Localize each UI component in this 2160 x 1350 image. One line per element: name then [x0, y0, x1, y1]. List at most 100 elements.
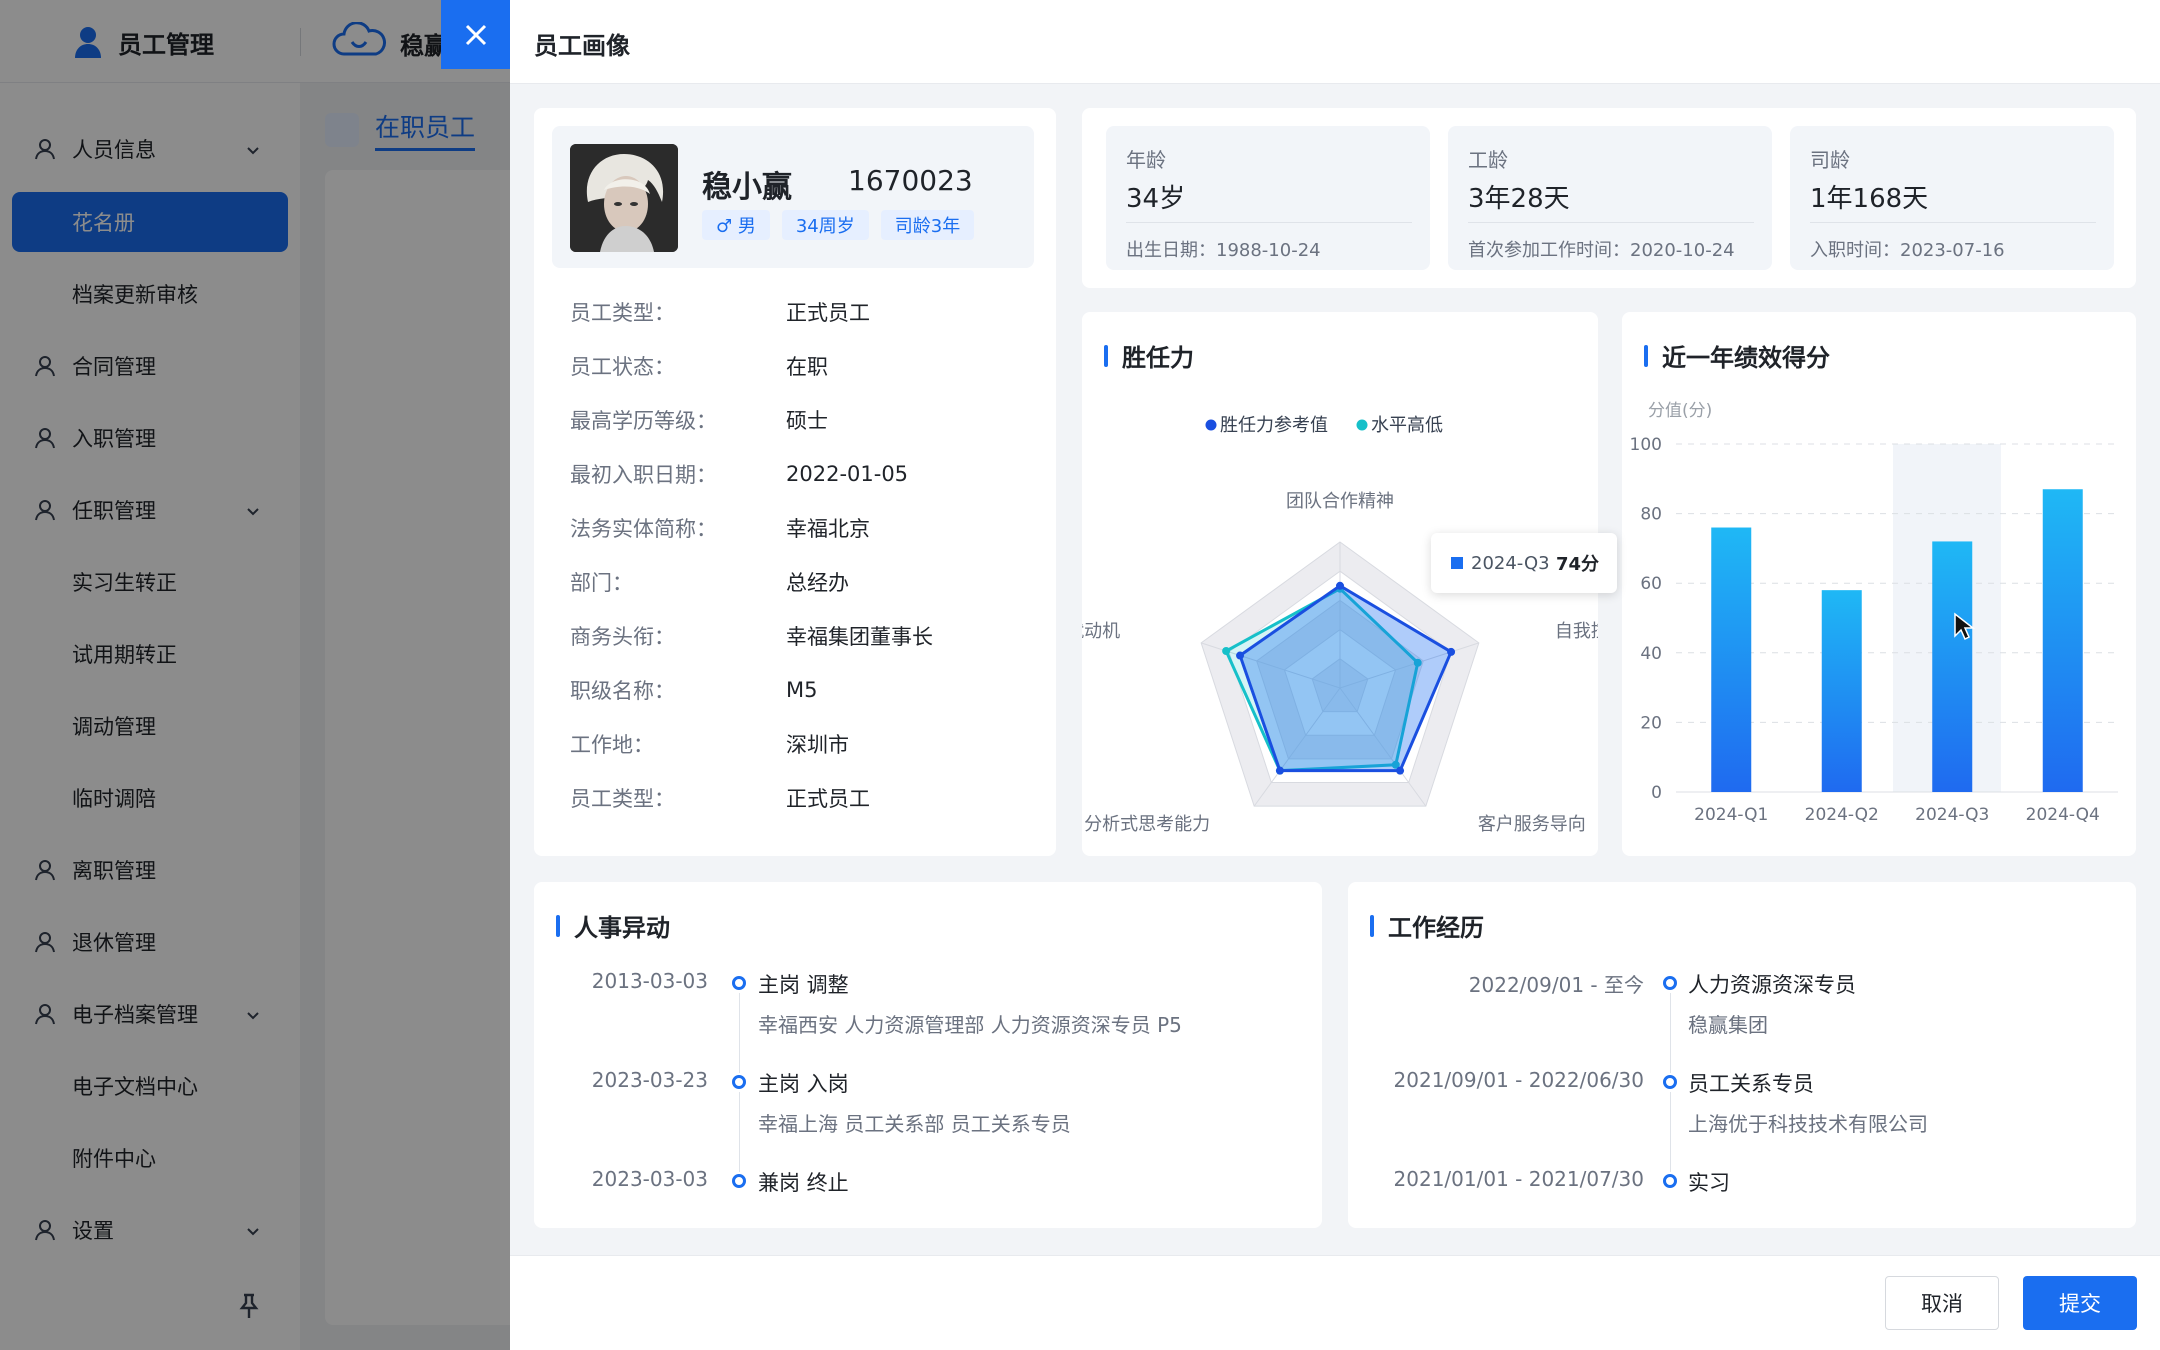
- y-tick-label: 60: [1640, 574, 1662, 594]
- mouse-cursor-icon: [1954, 612, 1975, 641]
- employee-profile-drawer: 员工画像 稳小赢 1670023 ♂ 男 34周岁 司龄3年 员工类型： 正式员…: [510, 0, 2160, 1350]
- info-label: 最初入职日期：: [570, 463, 717, 487]
- timeline-title: 主岗 入岗: [758, 1072, 849, 1096]
- age-tag: 34周岁: [781, 210, 869, 240]
- timeline-line: [739, 1092, 740, 1172]
- employee-name: 稳小赢: [702, 170, 792, 205]
- radar-point: [1396, 766, 1405, 775]
- stat-divider: [1126, 222, 1412, 223]
- title-accent: [556, 914, 560, 937]
- tooltip-swatch: [1451, 557, 1463, 569]
- timeline-title: 人力资源资深专员: [1688, 973, 1856, 997]
- chart-tooltip: 2024-Q3 74分: [1431, 533, 1617, 593]
- bar: [1932, 541, 1973, 792]
- radar-axis-label: 客户服务导向: [1478, 814, 1586, 835]
- info-value: 硕士: [786, 409, 828, 433]
- timeline-dot: [732, 1174, 746, 1188]
- tooltip-value: 74分: [1555, 554, 1599, 575]
- close-icon: [465, 24, 486, 45]
- timeline-date: 2021/09/01 - 2022/06/30: [1393, 1068, 1644, 1092]
- avatar: [570, 144, 678, 252]
- radar-point: [1275, 766, 1284, 775]
- section-title: 人事异动: [556, 908, 670, 943]
- legend-label: 水平高低: [1371, 415, 1443, 436]
- radar-axis-label: 团队合作精神: [1286, 491, 1394, 512]
- stat-work-years: 工龄 3年28天 首次参加工作时间：2020-10-24: [1448, 126, 1772, 270]
- profile-card: 稳小赢 1670023 ♂ 男 34周岁 司龄3年 员工类型： 正式员工 员工状态：…: [534, 108, 1056, 856]
- tooltip-label: 2024-Q3: [1471, 552, 1550, 574]
- stat-sub: 入职时间：2023-07-16: [1810, 240, 2005, 261]
- info-label: 员工类型：: [570, 787, 675, 811]
- radar-point: [1447, 647, 1456, 656]
- stat-label: 司龄: [1810, 148, 1850, 172]
- stat-divider: [1468, 222, 1754, 223]
- tenure-tag: 司龄3年: [880, 210, 975, 240]
- timeline-date: 2022/09/01 - 至今: [1468, 973, 1644, 997]
- y-tick-label: 80: [1640, 505, 1662, 525]
- stat-divider: [1810, 222, 2096, 223]
- x-tick-label: 2024-Q1: [1694, 805, 1768, 825]
- radar-point: [1336, 581, 1344, 590]
- timeline-dot: [1663, 1075, 1677, 1089]
- stat-label: 年龄: [1126, 148, 1166, 172]
- drawer-header: 员工画像: [510, 0, 2160, 84]
- info-value: 幸福集团董事长: [786, 625, 933, 649]
- info-label: 商务头衔：: [570, 625, 675, 649]
- timeline-title: 员工关系专员: [1688, 1072, 1814, 1096]
- x-tick-label: 2024-Q4: [2026, 805, 2100, 825]
- profile-summary: 稳小赢 1670023 ♂ 男 34周岁 司龄3年: [552, 126, 1034, 268]
- work-history-card: 工作经历 2022/09/01 - 至今 人力资源资深专员 稳赢集团 2021/09/…: [1348, 882, 2136, 1228]
- timeline-line: [739, 993, 740, 1073]
- stat-age: 年龄 34岁 出生日期：1988-10-24: [1106, 126, 1430, 270]
- legend-label: 胜任力参考值: [1220, 415, 1328, 436]
- timeline-dot: [1663, 976, 1677, 990]
- employee-id: 1670023: [848, 164, 973, 197]
- radar-point: [1236, 651, 1245, 660]
- bar: [2042, 489, 2083, 792]
- timeline-dot: [732, 976, 746, 990]
- stats-card: 年龄 34岁 出生日期：1988-10-24 工龄 3年28天 首次参加工作时间…: [1082, 108, 2136, 288]
- info-label: 部门：: [570, 571, 633, 595]
- stat-value: 3年28天: [1468, 184, 1570, 214]
- x-tick-label: 2024-Q3: [1915, 805, 1989, 825]
- y-tick-label: 100: [1630, 435, 1662, 455]
- cancel-button[interactable]: 取消: [1885, 1276, 1999, 1330]
- timeline-dot: [732, 1075, 746, 1089]
- timeline-date: 2023-03-23: [591, 1068, 708, 1092]
- timeline-subtitle: 幸福西安 人力资源管理部 人力资源资深专员 P5: [758, 1013, 1182, 1037]
- submit-button[interactable]: 提交: [2023, 1276, 2137, 1330]
- timeline-date: 2021/01/01 - 2021/07/30: [1393, 1167, 1644, 1191]
- legend-marker: [1205, 419, 1217, 431]
- timeline-date: 2023-03-03: [591, 1167, 708, 1191]
- x-tick-label: 2024-Q2: [1805, 805, 1879, 825]
- radar-point: [1222, 647, 1231, 656]
- hr-changes-card: 人事异动 2013-03-03 主岗 调整 幸福西安 人力资源管理部 人力资源资深专…: [534, 882, 1322, 1228]
- info-label: 职级名称：: [570, 679, 675, 703]
- timeline-dot: [1663, 1174, 1677, 1188]
- info-value: 深圳市: [786, 733, 849, 757]
- info-label: 法务实体简称：: [570, 517, 717, 541]
- y-tick-label: 40: [1640, 644, 1662, 664]
- timeline-title: 实习: [1688, 1171, 1730, 1195]
- stat-sub: 出生日期：1988-10-24: [1126, 240, 1321, 261]
- stat-company-years: 司龄 1年168天 入职时间：2023-07-16: [1790, 126, 2114, 270]
- close-button[interactable]: [441, 0, 510, 69]
- info-label: 员工类型：: [570, 301, 675, 325]
- info-value: M5: [786, 678, 818, 702]
- section-title: 工作经历: [1370, 908, 1484, 943]
- y-axis-title: 分值(分): [1648, 401, 1712, 421]
- work-history-title: 工作经历: [1388, 914, 1484, 942]
- timeline-subtitle: 上海优于科技技术有限公司: [1688, 1112, 1928, 1136]
- timeline-line: [1670, 1092, 1671, 1172]
- y-tick-label: 0: [1651, 783, 1662, 803]
- timeline-subtitle: 稳赢集团: [1688, 1013, 1768, 1037]
- info-value: 正式员工: [786, 787, 870, 811]
- y-tick-label: 20: [1640, 713, 1662, 733]
- drawer-title: 员工画像: [534, 32, 630, 60]
- info-label: 工作地：: [570, 733, 654, 757]
- radar-axis-label: 分析式思考能力: [1084, 814, 1210, 835]
- stat-sub: 首次参加工作时间：2020-10-24: [1468, 240, 1735, 261]
- stat-label: 工龄: [1468, 148, 1508, 172]
- timeline-subtitle: 幸福上海 员工关系部 员工关系专员: [758, 1112, 1071, 1136]
- performance-card: 近一年绩效得分 分值(分) 0 20 40 60 80 100 2024-Q1 2024-Q2 2…: [1622, 312, 2136, 856]
